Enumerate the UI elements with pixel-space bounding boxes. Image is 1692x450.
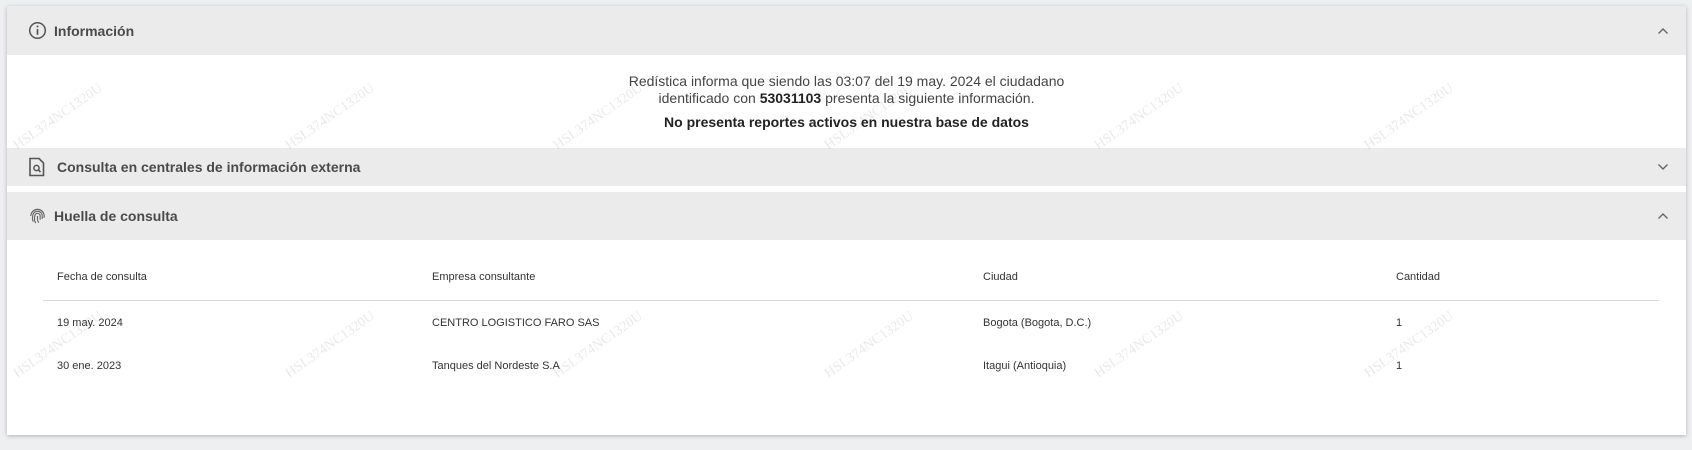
cell-cantidad: 1 — [1396, 359, 1403, 372]
cell-ciudad: Itagui (Antioquia) — [983, 359, 1067, 372]
cell-fecha: 30 ene. 2023 — [57, 359, 122, 372]
info-line-1: Redística informa que siendo las 03:07 d… — [628, 73, 1065, 89]
table-row: 19 may. 2024 CENTRO LOGISTICO FARO SAS B… — [43, 301, 1659, 346]
info-circle-icon — [27, 21, 47, 41]
cell-cantidad: 1 — [1396, 317, 1403, 329]
section-title-informacion: Información — [54, 22, 135, 39]
status-message: No presenta reportes activos en nuestra … — [664, 114, 1029, 130]
info-line-2: identificado con 53031103 presenta la si… — [7, 90, 1686, 107]
column-header-cantidad: Cantidad — [1382, 254, 1659, 301]
column-header-empresa: Empresa consultante — [418, 254, 969, 301]
document-number: 53031103 — [759, 90, 822, 106]
consulta-table: Fecha de consulta Empresa consultante Ci… — [43, 254, 1659, 386]
section-title-consulta-externa: Consulta en centrales de información ext… — [57, 159, 361, 175]
cell-ciudad: Bogota (Bogota, D.C.) — [983, 317, 1092, 329]
column-header-fecha: Fecha de consulta — [43, 254, 418, 301]
fingerprint-icon — [27, 206, 47, 226]
chevron-down-icon[interactable] — [1656, 160, 1670, 174]
section-header-informacion[interactable]: Información — [7, 6, 1686, 55]
info-panel: Redística informa que siendo las 03:07 d… — [7, 59, 1686, 154]
info-line-2-suffix: presenta la siguiente información. — [821, 90, 1035, 106]
chevron-up-icon[interactable] — [1656, 24, 1670, 38]
chevron-up-icon[interactable] — [1656, 209, 1670, 223]
table-row: 30 ene. 2023 Tanques del Nordeste S.A It… — [43, 345, 1659, 386]
info-line-2-prefix: identificado con — [658, 90, 760, 106]
cell-empresa: Tanques del Nordeste S.A — [432, 359, 560, 372]
section-header-consulta-externa[interactable]: Consulta en centrales de información ext… — [7, 148, 1686, 186]
cell-empresa: CENTRO LOGISTICO FARO SAS — [432, 317, 600, 329]
column-header-ciudad: Ciudad — [969, 254, 1382, 301]
section-header-huella[interactable]: Huella de consulta — [7, 192, 1686, 240]
report-card: Información Redística informa que siendo… — [7, 6, 1686, 435]
document-search-icon — [27, 157, 47, 177]
table-header-row: Fecha de consulta Empresa consultante Ci… — [43, 254, 1659, 301]
cell-fecha: 19 may. 2024 — [57, 317, 123, 329]
section-title-huella: Huella de consulta — [54, 208, 178, 224]
